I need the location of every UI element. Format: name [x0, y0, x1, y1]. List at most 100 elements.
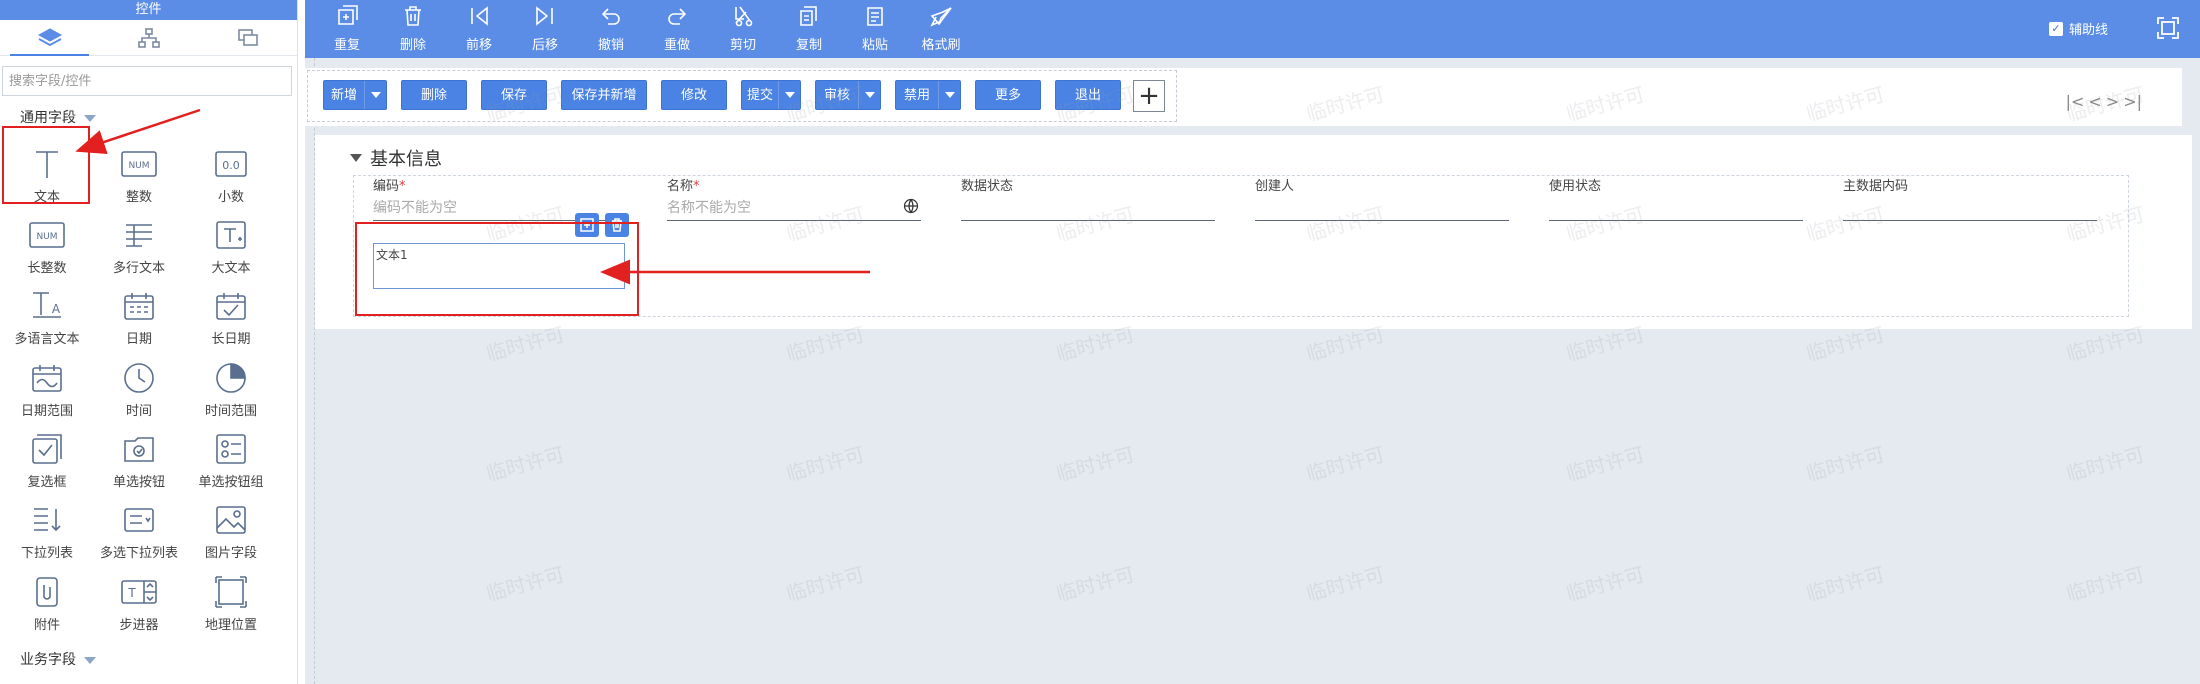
toolbar-paste-button[interactable]: 粘贴: [847, 4, 903, 54]
control-multilang[interactable]: A 多语言文本: [2, 282, 92, 354]
control-multidropdown[interactable]: 多选下拉列表: [94, 496, 184, 568]
control-time[interactable]: 时间: [94, 354, 184, 426]
control-num[interactable]: NUM 整数: [94, 140, 184, 212]
action-button-2[interactable]: 保存: [481, 80, 547, 110]
search-input[interactable]: [2, 66, 292, 96]
toolbar-redo-button[interactable]: 重复: [319, 4, 375, 54]
watermark-text: 临时许可: [1303, 442, 1388, 486]
watermark-text: 临时许可: [2063, 442, 2148, 486]
control-timerange[interactable]: 时间范围: [186, 354, 276, 426]
action-button-label: 提交: [746, 88, 773, 103]
aux-lines-toggle[interactable]: ✓ 辅助线: [2048, 19, 2108, 38]
action-button-7[interactable]: 禁用: [895, 80, 961, 110]
dropdown-toggle[interactable]: [938, 81, 960, 109]
required-mark: *: [399, 179, 406, 194]
control-text[interactable]: 文本: [2, 140, 92, 212]
move-forward-icon: [471, 6, 488, 26]
control-date[interactable]: 日期: [94, 282, 184, 354]
attachment-icon: [27, 572, 67, 612]
first-record-icon[interactable]: |<: [2066, 92, 2085, 111]
field-operations: [575, 213, 629, 237]
control-daterange[interactable]: 日期范围: [2, 354, 92, 426]
tab-layers[interactable]: [0, 20, 99, 56]
fullscreen-button[interactable]: [2156, 16, 2180, 44]
control-longdate[interactable]: 长日期: [186, 282, 276, 354]
control-label: 单选按钮: [112, 475, 165, 490]
last-record-icon[interactable]: >|: [2123, 92, 2142, 111]
section-business-fields[interactable]: 业务字段: [20, 649, 96, 671]
move-back-icon: [536, 6, 553, 26]
next-record-icon[interactable]: >: [2106, 92, 2119, 111]
control-multiline[interactable]: 多行文本: [94, 211, 184, 283]
new-text-field-label: 文本1: [376, 248, 408, 262]
control-label: 时间范围: [204, 404, 257, 419]
action-button-4[interactable]: 修改: [661, 80, 727, 110]
control-stepper[interactable]: T 步进器: [94, 568, 184, 640]
toolbar-cut-button[interactable]: 剪切: [715, 4, 771, 54]
form-field-2: 数据状态: [961, 175, 1215, 221]
control-radio[interactable]: 单选按钮: [94, 425, 184, 497]
toolbar-copy-button[interactable]: 复制: [781, 4, 837, 54]
prev-record-icon[interactable]: <: [2088, 92, 2101, 111]
duplicate-icon: [580, 218, 594, 232]
control-long-num[interactable]: NUM 长整数: [2, 211, 92, 283]
action-button-5[interactable]: 提交: [741, 80, 801, 110]
action-button-3[interactable]: 保存并新增: [561, 80, 647, 110]
action-button-6[interactable]: 审核: [815, 80, 881, 110]
field-input[interactable]: [1255, 195, 1509, 221]
section-common-fields[interactable]: 通用字段: [20, 107, 96, 129]
action-button-8[interactable]: 更多: [975, 80, 1041, 110]
tab-components[interactable]: [198, 20, 297, 55]
toolbar-delete-button[interactable]: 删除: [385, 4, 441, 54]
action-button-9[interactable]: 退出: [1055, 80, 1121, 110]
control-bigtext[interactable]: 大文本: [186, 211, 276, 283]
add-button[interactable]: +: [1133, 80, 1165, 112]
undo-icon: [601, 8, 620, 25]
panel-title: 控件: [0, 0, 297, 20]
action-button-label: 新增: [330, 88, 357, 103]
control-label: 多语言文本: [14, 332, 80, 347]
top-toolbar: 重复 删除 前移 后移 撤销 重做 剪切 复制 粘贴 格式刷 ✓ 辅助线: [305, 0, 2200, 58]
aux-lines-label: 辅助线: [2068, 23, 2108, 38]
toolbar-redo-arrow-button[interactable]: 重做: [649, 4, 705, 54]
action-button-0[interactable]: 新增: [323, 80, 387, 110]
location-icon: [211, 572, 251, 612]
control-location[interactable]: 地理位置: [186, 568, 276, 640]
dropdown-toggle[interactable]: [778, 81, 800, 109]
control-label: 图片字段: [204, 546, 257, 561]
dropdown-toggle[interactable]: [858, 81, 880, 109]
section-header[interactable]: 基本信息: [350, 145, 442, 171]
dropdown-toggle[interactable]: [364, 81, 386, 109]
toolbar-move-forward-button[interactable]: 前移: [451, 4, 507, 54]
section-title: 基本信息: [370, 149, 442, 170]
tab-structure[interactable]: [99, 20, 198, 55]
control-attachment[interactable]: 附件: [2, 568, 92, 640]
toolbar-format-brush-button[interactable]: 格式刷: [913, 4, 969, 54]
form-field-5: 主数据内码: [1843, 175, 2097, 221]
field-input[interactable]: [961, 195, 1215, 221]
control-image[interactable]: 图片字段: [186, 496, 276, 568]
new-text-field[interactable]: 文本1: [373, 243, 625, 289]
control-decimal[interactable]: 0.0 小数: [186, 140, 276, 212]
field-input[interactable]: [667, 195, 921, 221]
watermark-text: 临时许可: [783, 562, 868, 606]
collapse-triangle-icon: [350, 154, 362, 162]
lang-icon[interactable]: [903, 198, 919, 218]
toolbar-move-back-button[interactable]: 后移: [517, 4, 573, 54]
field-input[interactable]: [1549, 195, 1803, 221]
action-button-1[interactable]: 删除: [401, 80, 467, 110]
field-input[interactable]: [1843, 195, 2097, 221]
control-label: 长日期: [211, 332, 251, 347]
delete-field-button[interactable]: [605, 213, 629, 237]
control-checkbox[interactable]: 复选框: [2, 425, 92, 497]
control-dropdown[interactable]: 下拉列表: [2, 496, 92, 568]
copy-field-button[interactable]: [575, 213, 599, 237]
long-num-icon: NUM: [27, 215, 67, 255]
control-radiogroup[interactable]: 单选按钮组: [186, 425, 276, 497]
image-icon: [211, 500, 251, 540]
watermark-text: 临时许可: [2063, 562, 2148, 606]
toolbar-undo-button[interactable]: 撤销: [583, 4, 639, 54]
control-label: 步进器: [119, 618, 159, 633]
watermark-text: 临时许可: [483, 562, 568, 606]
dropdown-icon: [27, 500, 67, 540]
